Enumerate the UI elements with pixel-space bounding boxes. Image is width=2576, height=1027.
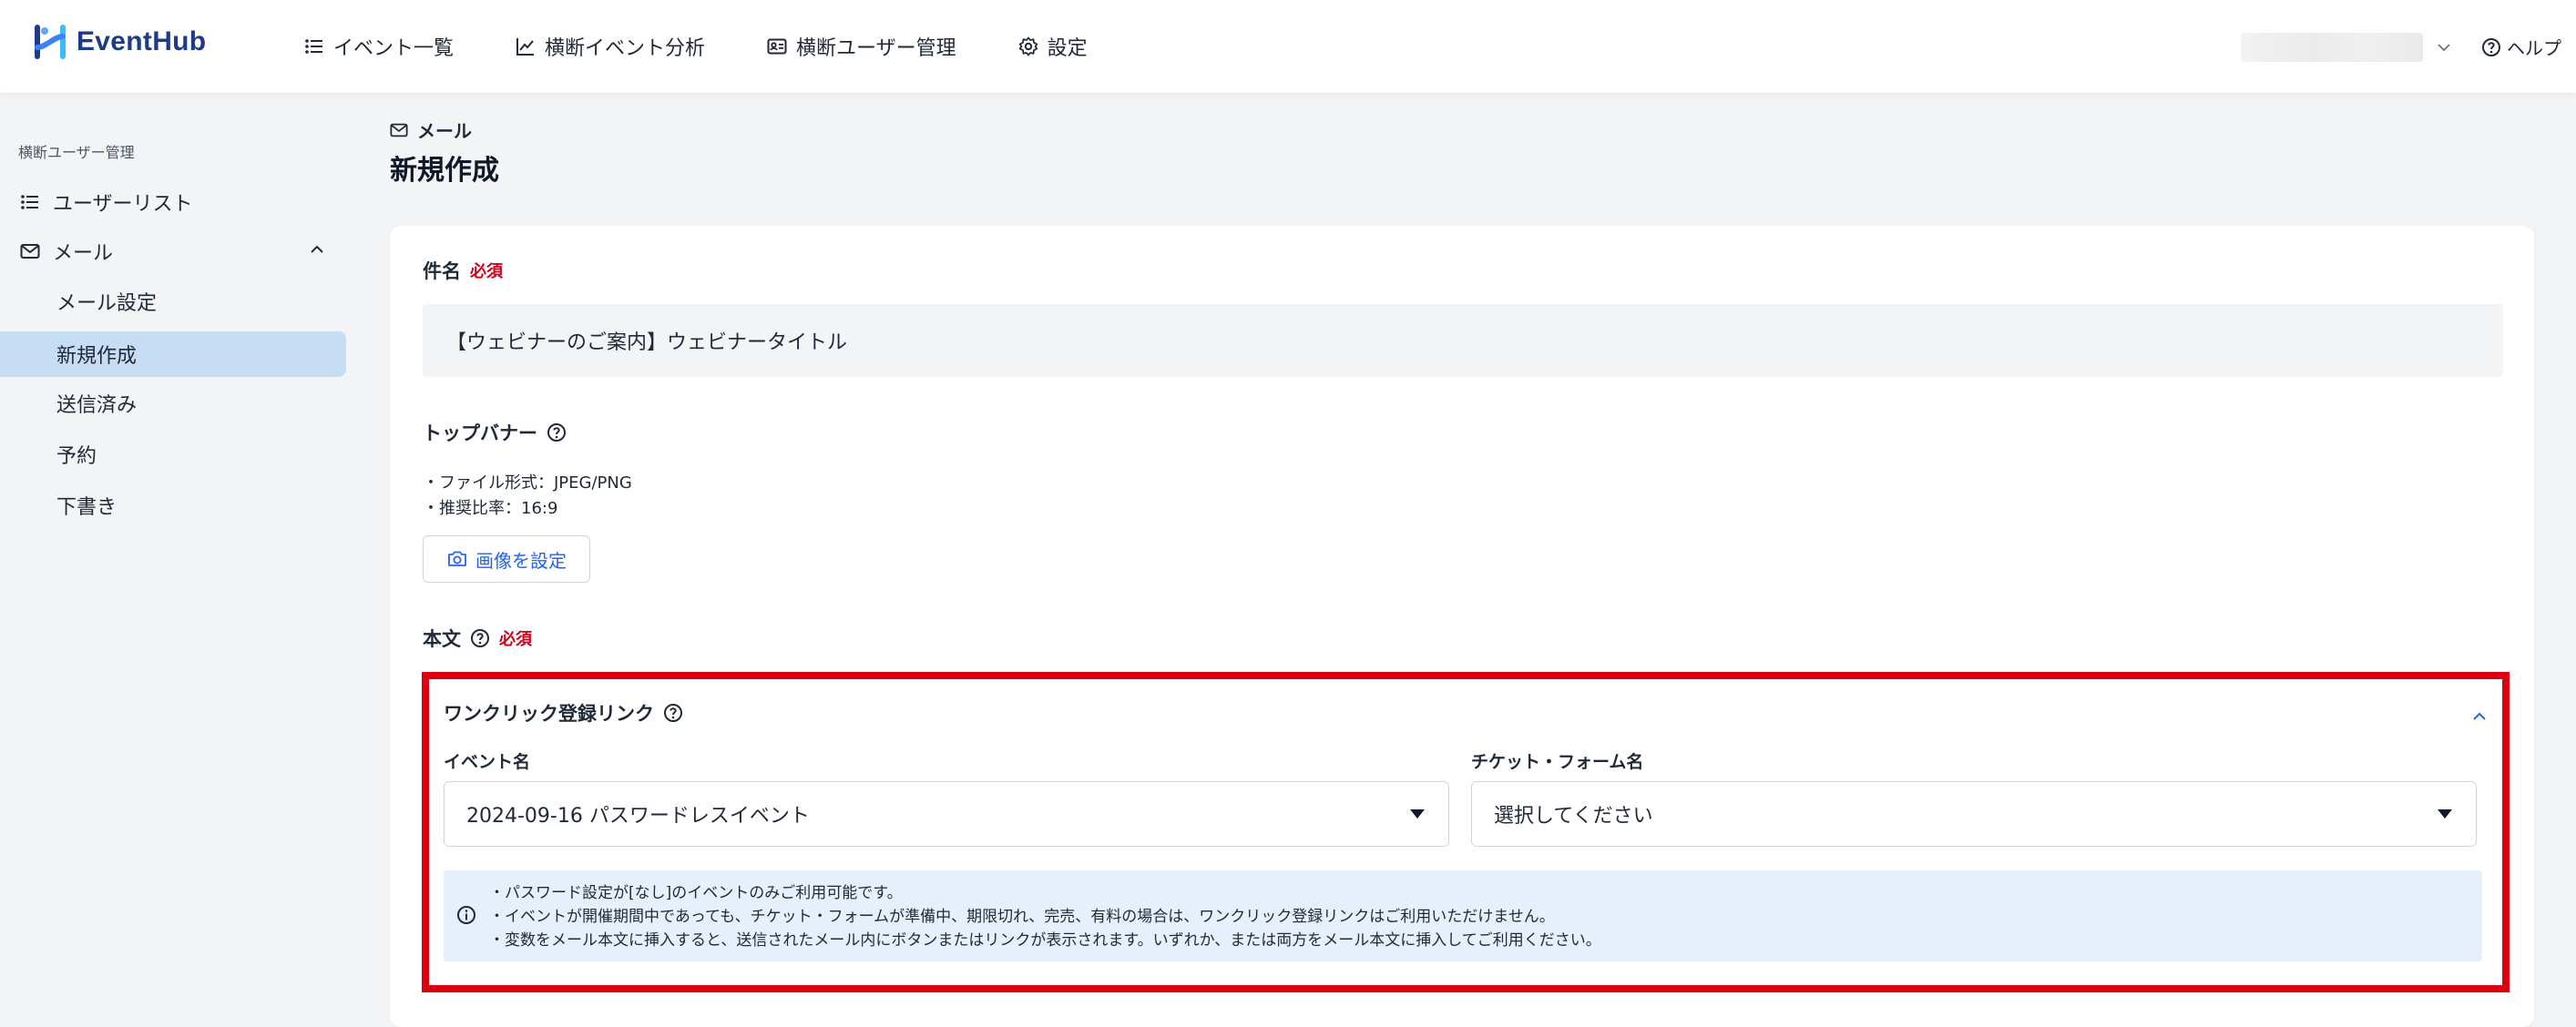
event-name-select[interactable]: 2024-09-16 パスワードレスイベント xyxy=(444,781,1449,847)
sidebar-item-sent[interactable]: 送信済み xyxy=(0,381,346,426)
subject-label-row: 件名 必須 xyxy=(423,257,503,284)
top-header: EventHub イベント一覧 横断イベント分析 横断ユーザー管理 設定 ヘルプ xyxy=(0,0,2576,93)
question-circle-icon[interactable] xyxy=(470,628,490,648)
one-click-info-box: ・パスワード設定が[なし]のイベントのみご利用可能です。 ・イベントが開催期間中… xyxy=(444,870,2482,961)
body-label-row: 本文 必須 xyxy=(423,625,532,652)
nav-cross-event-analysis[interactable]: 横断イベント分析 xyxy=(516,32,705,61)
event-name-value: 2024-09-16 パスワードレスイベント xyxy=(466,805,810,828)
info-line: ・変数をメール本文に挿入すると、送信されたメール内にボタンまたはリンクが表示され… xyxy=(489,931,1601,950)
sidebar-sub-label: 下書き xyxy=(56,496,118,519)
nav-settings-label: 設定 xyxy=(1047,37,1088,60)
question-circle-icon xyxy=(2482,37,2500,56)
caret-down-icon xyxy=(2438,809,2452,819)
required-badge: 必須 xyxy=(470,262,503,281)
chevron-down-icon xyxy=(2438,44,2450,52)
ticket-form-placeholder: 選択してください xyxy=(1494,805,1653,828)
top-nav: イベント一覧 横断イベント分析 横断ユーザー管理 設定 xyxy=(304,0,1150,93)
sidebar-item-mail-settings[interactable]: メール設定 xyxy=(0,279,346,324)
brand-name: EventHub xyxy=(77,26,207,56)
banner-note-format: ・ファイル形式：JPEG/PNG xyxy=(423,473,632,493)
camera-icon xyxy=(448,551,466,566)
sidebar: 横断ユーザー管理 ユーザーリスト メール メール設定 新規作成 送信済み 予約 … xyxy=(0,93,355,1009)
info-line: ・パスワード設定が[なし]のイベントのみご利用可能です。 xyxy=(489,884,903,902)
one-click-registration-panel: ワンクリック登録リンク イベント名 2024-09-16 パスワードレスイベント… xyxy=(422,672,2510,992)
set-image-label: 画像を設定 xyxy=(475,549,567,572)
sidebar-item-user-list[interactable]: ユーザーリスト xyxy=(20,188,193,217)
sidebar-sub-label: 新規作成 xyxy=(56,345,138,368)
chevron-up-icon[interactable] xyxy=(2469,707,2489,727)
app-logo[interactable]: EventHub xyxy=(33,24,206,60)
sidebar-item-scheduled[interactable]: 予約 xyxy=(0,432,346,477)
envelope-icon xyxy=(20,244,40,259)
info-line: ・イベントが開催期間中であっても、チケット・フォームが準備中、期限切れ、完売、有… xyxy=(489,908,1555,926)
nav-cross-user-management[interactable]: 横断ユーザー管理 xyxy=(767,32,956,61)
nav-event-list-label: イベント一覧 xyxy=(333,37,455,60)
help-link[interactable]: ヘルプ xyxy=(2481,34,2561,60)
question-circle-icon[interactable] xyxy=(547,422,567,442)
sidebar-item-user-list-label: ユーザーリスト xyxy=(53,193,193,216)
breadcrumb: メール xyxy=(390,117,472,143)
banner-note-ratio: ・推奨比率：16:9 xyxy=(423,499,558,518)
caret-down-icon xyxy=(1410,809,1425,819)
info-circle-icon xyxy=(457,906,475,924)
nav-cross-user-management-label: 横断ユーザー管理 xyxy=(796,37,956,60)
one-click-title: ワンクリック登録リンク xyxy=(444,703,654,725)
set-image-button[interactable]: 画像を設定 xyxy=(423,535,590,583)
body-label: 本文 xyxy=(423,628,461,650)
sidebar-sub-label: 予約 xyxy=(56,445,97,468)
redacted-user-name xyxy=(2241,33,2423,62)
envelope-icon xyxy=(390,123,408,137)
sidebar-section-title: 横断ユーザー管理 xyxy=(18,144,135,161)
required-badge: 必須 xyxy=(499,630,532,649)
ticket-form-select[interactable]: 選択してください xyxy=(1471,781,2477,847)
nav-event-list[interactable]: イベント一覧 xyxy=(304,32,454,61)
subject-value: 【ウェビナーのご案内】ウェビナータイトル xyxy=(446,331,848,354)
sidebar-item-mail-label: メール xyxy=(53,242,114,265)
sidebar-item-mail[interactable]: メール xyxy=(20,237,113,266)
sidebar-sub-label: 送信済み xyxy=(56,394,138,417)
list-icon xyxy=(305,39,322,54)
sidebar-item-drafts[interactable]: 下書き xyxy=(0,483,346,528)
breadcrumb-label: メール xyxy=(417,120,472,142)
sidebar-item-new-mail[interactable]: 新規作成 xyxy=(0,331,346,377)
nav-cross-event-analysis-label: 横断イベント分析 xyxy=(545,37,706,60)
id-card-icon xyxy=(767,38,787,55)
list-icon xyxy=(21,195,38,209)
subject-label: 件名 xyxy=(423,260,461,282)
chart-line-icon xyxy=(516,38,535,56)
ticket-form-label: チケット・フォーム名 xyxy=(1471,752,1644,772)
help-label: ヘルプ xyxy=(2507,37,2561,59)
eventhub-logo-icon xyxy=(35,25,66,59)
gear-icon xyxy=(1018,36,1038,56)
nav-settings[interactable]: 設定 xyxy=(1018,32,1088,61)
banner-label-row: トップバナー xyxy=(423,419,567,446)
banner-label: トップバナー xyxy=(423,422,537,444)
subject-input[interactable]: 【ウェビナーのご案内】ウェビナータイトル xyxy=(423,304,2503,377)
event-name-label: イベント名 xyxy=(444,752,531,772)
user-menu[interactable] xyxy=(2241,33,2452,62)
one-click-title-row: ワンクリック登録リンク xyxy=(444,699,683,727)
page-title: 新規作成 xyxy=(390,155,499,187)
chevron-up-icon[interactable] xyxy=(308,240,326,259)
question-circle-icon[interactable] xyxy=(663,703,683,723)
sidebar-sub-label: メール設定 xyxy=(56,292,158,315)
